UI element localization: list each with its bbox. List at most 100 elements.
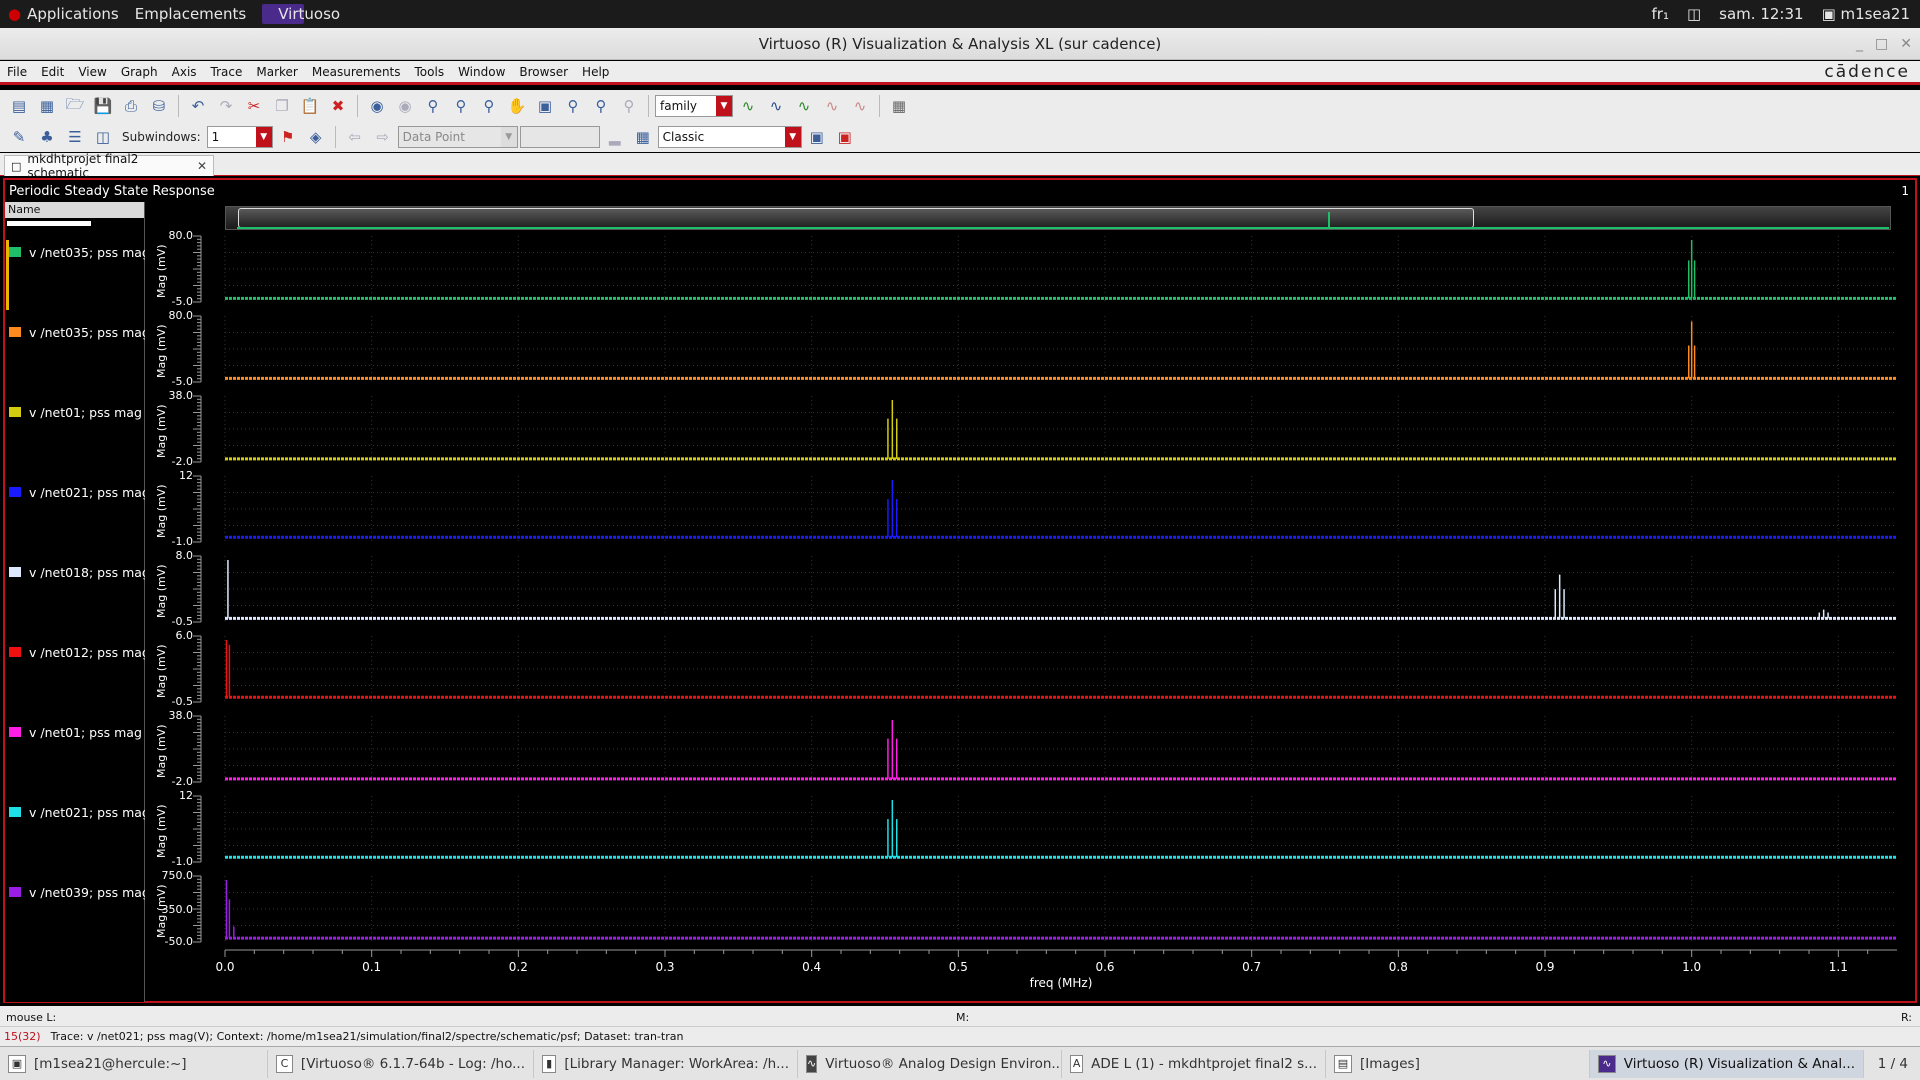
histogram-icon[interactable]: ▂: [602, 124, 628, 150]
tab-schematic[interactable]: □ mkdhtprojet final2 schematic ✕: [4, 152, 214, 180]
menu-trace[interactable]: Trace: [204, 65, 250, 79]
applications-menu[interactable]: ● Applications: [0, 0, 127, 28]
menu-measurements[interactable]: Measurements: [305, 65, 408, 79]
cut-icon[interactable]: ✂: [241, 93, 267, 119]
legend-trace-item[interactable]: v /net039; pss mag: [9, 882, 145, 902]
task-library-manager[interactable]: ▮ [Library Manager: WorkArea: /h...: [534, 1049, 798, 1078]
task-viva[interactable]: ∿ Virtuoso (R) Visualization & Anal...: [1590, 1049, 1864, 1078]
minimize-button[interactable]: _: [1856, 28, 1863, 60]
zoom-x-icon[interactable]: ⚲: [560, 93, 586, 119]
grid-icon[interactable]: ▦: [886, 93, 912, 119]
close-button[interactable]: ✕: [1900, 28, 1912, 60]
cards-icon[interactable]: ♣: [34, 124, 60, 150]
trace-graph-icon[interactable]: ∿: [735, 93, 761, 119]
window-title: Virtuoso (R) Visualization & Analysis XL…: [758, 35, 1162, 53]
flag-icon[interactable]: ⚑: [275, 124, 301, 150]
task-virtuoso-log[interactable]: C [Virtuoso® 6.1.7-64b - Log: /ho...: [268, 1049, 534, 1078]
y-tick-min: -2.0: [171, 455, 193, 468]
window-titlebar[interactable]: Virtuoso (R) Visualization & Analysis XL…: [0, 28, 1920, 60]
new-subwindow-icon[interactable]: ▦: [34, 93, 60, 119]
legend-trace-item[interactable]: v /net021; pss mag: [9, 482, 145, 502]
paste-icon[interactable]: 📋: [297, 93, 323, 119]
calculator-icon[interactable]: ▦: [630, 124, 656, 150]
datapoint-select[interactable]: Data Point ▼: [397, 126, 518, 148]
prev-point-icon[interactable]: ⇦: [342, 124, 368, 150]
family-select[interactable]: family ▼: [655, 95, 733, 117]
trace-graph5-icon[interactable]: ∿: [847, 93, 873, 119]
zoom-y-icon[interactable]: ⚲: [588, 93, 614, 119]
open-icon[interactable]: 🗁: [62, 93, 88, 119]
menu-window[interactable]: Window: [451, 65, 512, 79]
menu-file[interactable]: File: [0, 65, 34, 79]
legend-trace-item[interactable]: v /net012; pss mag: [9, 642, 145, 662]
marker-icon[interactable]: ◈: [303, 124, 329, 150]
legend-header[interactable]: Name: [5, 202, 144, 218]
plot-area[interactable]: 80.0 -5.0 Mag (mV) 80.0 -5.0 Mag (mV) 38.0 -2.0…: [145, 202, 1915, 1002]
legend-trace-item[interactable]: v /net01; pss mag: [9, 402, 145, 422]
legend-trace-item[interactable]: v /net035; pss mag: [9, 242, 145, 262]
zoom-out-icon[interactable]: ⚲: [476, 93, 502, 119]
save-icon[interactable]: 💾: [90, 93, 116, 119]
new-window-icon[interactable]: ▤: [6, 93, 32, 119]
trace-graph3-icon[interactable]: ∿: [791, 93, 817, 119]
menu-browser[interactable]: Browser: [512, 65, 575, 79]
export-icon[interactable]: ⛁: [146, 93, 172, 119]
task-ade[interactable]: ∿ Virtuoso® Analog Design Environ...: [798, 1049, 1062, 1078]
places-menu[interactable]: Emplacements: [127, 0, 255, 28]
print-icon[interactable]: ⎙: [118, 93, 144, 119]
datapoint-value-field[interactable]: [519, 126, 600, 148]
tab-close-icon[interactable]: ✕: [197, 159, 213, 173]
wand-icon[interactable]: ✎: [6, 124, 32, 150]
menu-graph[interactable]: Graph: [114, 65, 165, 79]
plot-svg[interactable]: [145, 202, 1915, 1002]
style-select[interactable]: Classic ▼: [657, 126, 802, 148]
legend-trace-label: v /net035; pss mag: [29, 324, 145, 340]
network-icon[interactable]: ◫: [1687, 5, 1701, 23]
legend-scroll[interactable]: [7, 221, 91, 226]
menu-edit[interactable]: Edit: [34, 65, 71, 79]
task-ade-l[interactable]: A ADE L (1) - mkdhtprojet final2 s...: [1062, 1049, 1326, 1078]
subwindows-select[interactable]: 1 ▼: [206, 126, 273, 148]
menu-axis[interactable]: Axis: [165, 65, 204, 79]
zoom-prev-icon[interactable]: ⚲: [616, 93, 642, 119]
legend-trace-item[interactable]: v /net018; pss mag: [9, 562, 145, 582]
copy-icon[interactable]: ❐: [269, 93, 295, 119]
menu-tools[interactable]: Tools: [408, 65, 452, 79]
fit-icon[interactable]: ◉: [364, 93, 390, 119]
clock[interactable]: sam. 12:31: [1719, 5, 1803, 23]
task-terminal[interactable]: ▣ [m1sea21@hercule:~]: [0, 1049, 268, 1078]
workspace-pager[interactable]: 1 / 4: [1878, 1056, 1920, 1072]
legend-trace-item[interactable]: v /net035; pss mag: [9, 322, 145, 342]
window-icon[interactable]: ▣: [804, 124, 830, 150]
x-tick-label: 0.1: [362, 960, 382, 974]
trace-color-swatch: [9, 567, 21, 577]
delete-icon[interactable]: ✖: [325, 93, 351, 119]
menu-view[interactable]: View: [71, 65, 113, 79]
trace-graph2-icon[interactable]: ∿: [763, 93, 789, 119]
legend-trace-item[interactable]: v /net01; pss mag: [9, 722, 145, 742]
app-menu[interactable]: Virtuoso: [254, 0, 348, 28]
close-window-icon[interactable]: ▣: [832, 124, 858, 150]
menu-help[interactable]: Help: [575, 65, 616, 79]
next-point-icon[interactable]: ⇨: [370, 124, 396, 150]
undo-icon[interactable]: ↶: [185, 93, 211, 119]
menu-marker[interactable]: Marker: [249, 65, 304, 79]
input-language[interactable]: fr₁: [1652, 5, 1669, 23]
zoom-in-icon[interactable]: ⚲: [448, 93, 474, 119]
y-axis-label: Mag (mV): [155, 404, 168, 458]
zoom-reset-icon[interactable]: ◉: [392, 93, 418, 119]
zoom-area-icon[interactable]: ⚲: [420, 93, 446, 119]
pan-icon[interactable]: ✋: [504, 93, 530, 119]
stack-icon[interactable]: ☰: [62, 124, 88, 150]
task-images[interactable]: ▤ [Images]: [1326, 1049, 1590, 1078]
redo-icon[interactable]: ↷: [213, 93, 239, 119]
legend-trace-label: v /net012; pss mag: [29, 644, 145, 660]
maximize-button[interactable]: □: [1875, 28, 1888, 60]
x-tick-label: 1.1: [1828, 960, 1848, 974]
trace-graph4-icon[interactable]: ∿: [819, 93, 845, 119]
zoom-fit-icon[interactable]: ▣: [532, 93, 558, 119]
x-tick-label: 1.0: [1682, 960, 1702, 974]
legend-trace-item[interactable]: v /net021; pss mag: [9, 802, 145, 822]
split-icon[interactable]: ◫: [90, 124, 116, 150]
user-menu[interactable]: ▣ m1sea21: [1822, 5, 1910, 23]
